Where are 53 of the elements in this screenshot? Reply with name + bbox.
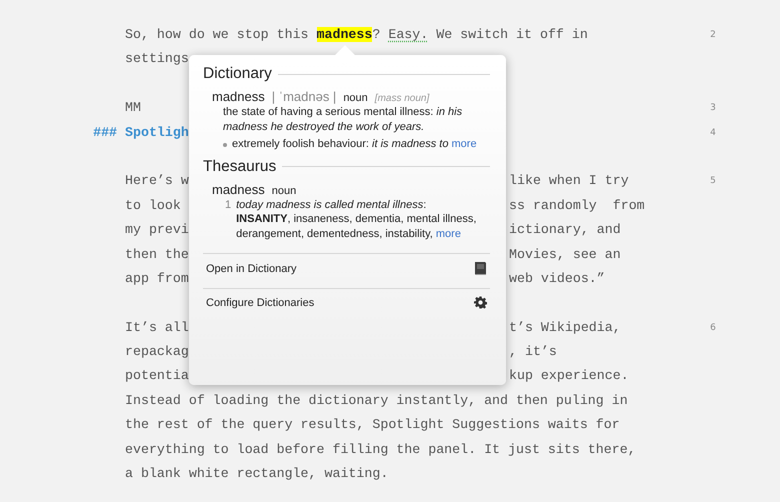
misspelled-word: Easy. [388, 27, 428, 42]
book-icon [474, 261, 487, 276]
text-line: , it’s [509, 343, 558, 362]
menu-item[interactable]: Open in Dictionary [203, 253, 490, 288]
text-line: So, how do we stop this [125, 27, 310, 42]
text-line: It’s all [125, 320, 189, 335]
text-line: like when I try [509, 172, 630, 190]
text-line: ss randomly from [509, 196, 646, 215]
line-number: 2 [709, 29, 717, 42]
part-of-speech: noun [343, 92, 368, 104]
definition-text: extremely foolish behaviour: it is madness to more [232, 137, 477, 152]
bullet-dot [223, 143, 227, 147]
text-line: potentia [125, 368, 189, 384]
grammar-label: [mass noun] [374, 93, 430, 104]
text-line: settings [125, 51, 189, 66]
markdown-heading: ### Spotligh [93, 124, 189, 140]
headword: madness [212, 182, 265, 196]
text-line: the rest of the query results, Spotlight Suggestions waits for [125, 417, 620, 432]
menu-item[interactable]: Configure Dictionaries [203, 288, 490, 321]
text-line: kup experience. [509, 367, 630, 386]
text-line: then the [125, 246, 189, 262]
headword: madness [212, 89, 265, 104]
definition-text: today madness is called mental illness: [236, 198, 428, 212]
part-of-speech: noun [272, 184, 296, 196]
text-line: MM [125, 100, 141, 116]
more-link[interactable]: more [436, 228, 461, 240]
line-number: 5 [709, 175, 717, 188]
line-number: 4 [709, 126, 717, 140]
pronunciation: | ˈmadnəs | [272, 89, 336, 104]
text-line: web videos.” [509, 270, 606, 288]
section-title: Thesaurus [203, 158, 276, 176]
text-line: Movies, see an [509, 246, 622, 264]
text-line: We switch it off in [435, 27, 588, 42]
text-line: a blank white rectangle, waiting. [125, 466, 388, 482]
line-number: 3 [709, 102, 717, 116]
text-line: to look [125, 198, 181, 213]
highlighted-word: madness [316, 27, 372, 42]
text-line: repackag [125, 344, 189, 360]
text-line: Here’s w [125, 173, 189, 188]
text-line: Instead of loading the dictionary instantly, and then puling in [125, 392, 628, 408]
definition-text: the state of having a serious mental illness: in his madness he destroyed the work of years. [222, 105, 464, 134]
text-line: app from [125, 270, 189, 286]
text-line: my previ [125, 222, 189, 238]
section-title: Dictionary [203, 65, 272, 83]
text-line: everything to load before filling the panel. It just sits there, [125, 442, 636, 457]
text-line: t’s Wikipedia, [509, 318, 622, 337]
line-number: 6 [709, 322, 717, 335]
text-line: ictionary, and [509, 221, 622, 240]
synonym-list: INSANITY, insaneness, dementia, mental illness, derangement, dementedness, instability, more [236, 212, 500, 241]
text-line: ? [372, 27, 382, 42]
settings-icon [474, 296, 487, 309]
sense-number: 1 [225, 198, 232, 212]
more-link[interactable]: more [452, 138, 477, 150]
